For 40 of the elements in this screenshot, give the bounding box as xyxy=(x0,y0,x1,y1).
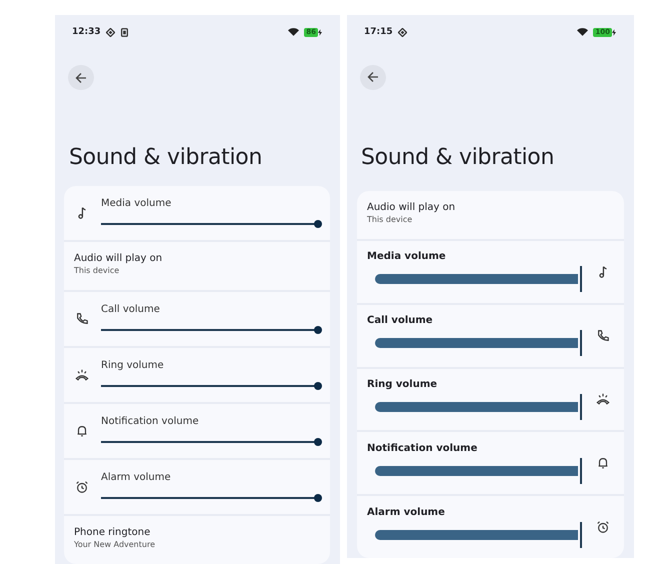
back-arrow-icon xyxy=(367,71,379,84)
alarm-clock-icon xyxy=(75,480,89,494)
slider-label: Notification volume xyxy=(367,442,478,454)
page-title: Sound & vibration xyxy=(361,144,556,171)
slider-label: Notification volume xyxy=(101,416,200,428)
slider-label: Media volume xyxy=(367,251,447,262)
bell-icon xyxy=(596,456,610,470)
status-time: 12:33 xyxy=(72,27,101,38)
item-label: Audio will play on xyxy=(74,253,164,264)
wifi-icon xyxy=(577,28,588,36)
slider-label: Alarm volume xyxy=(367,506,446,518)
diamond-icon xyxy=(398,28,407,37)
phone-icon xyxy=(596,328,610,343)
item-label: Phone ringtone xyxy=(74,526,152,538)
slider-label: Alarm volume xyxy=(101,472,172,484)
status-time: 17:15 xyxy=(364,27,393,38)
diamond-icon xyxy=(106,28,115,37)
settings-item[interactable]: Audio will play on This device xyxy=(357,190,624,239)
item-value: This device xyxy=(74,266,120,276)
slider-label: Call volume xyxy=(101,304,161,316)
slider-label: Call volume xyxy=(367,315,434,326)
wifi-icon xyxy=(288,28,300,36)
alarm-clock-icon xyxy=(596,520,610,534)
ringing-phone-icon xyxy=(596,392,610,406)
settings-item[interactable]: Phone ringtone Your New Adventure xyxy=(64,516,330,564)
slider-label: Ring volume xyxy=(367,378,438,390)
bell-icon xyxy=(75,424,89,438)
page-title: Sound & vibration xyxy=(69,145,264,172)
item-value: Your New Adventure xyxy=(74,540,156,549)
phone-icon xyxy=(75,312,89,326)
slider-label: Media volume xyxy=(101,198,172,210)
back-button[interactable] xyxy=(68,64,94,90)
ringing-phone-icon xyxy=(75,368,89,382)
settings-item[interactable]: Audio will play on This device xyxy=(64,242,330,290)
back-arrow-icon xyxy=(75,72,87,84)
item-label: Audio will play on xyxy=(367,202,456,213)
phone-icon xyxy=(120,28,129,37)
back-button[interactable] xyxy=(360,64,386,90)
slider-label: Ring volume xyxy=(101,360,165,372)
item-value: This device xyxy=(367,214,414,224)
